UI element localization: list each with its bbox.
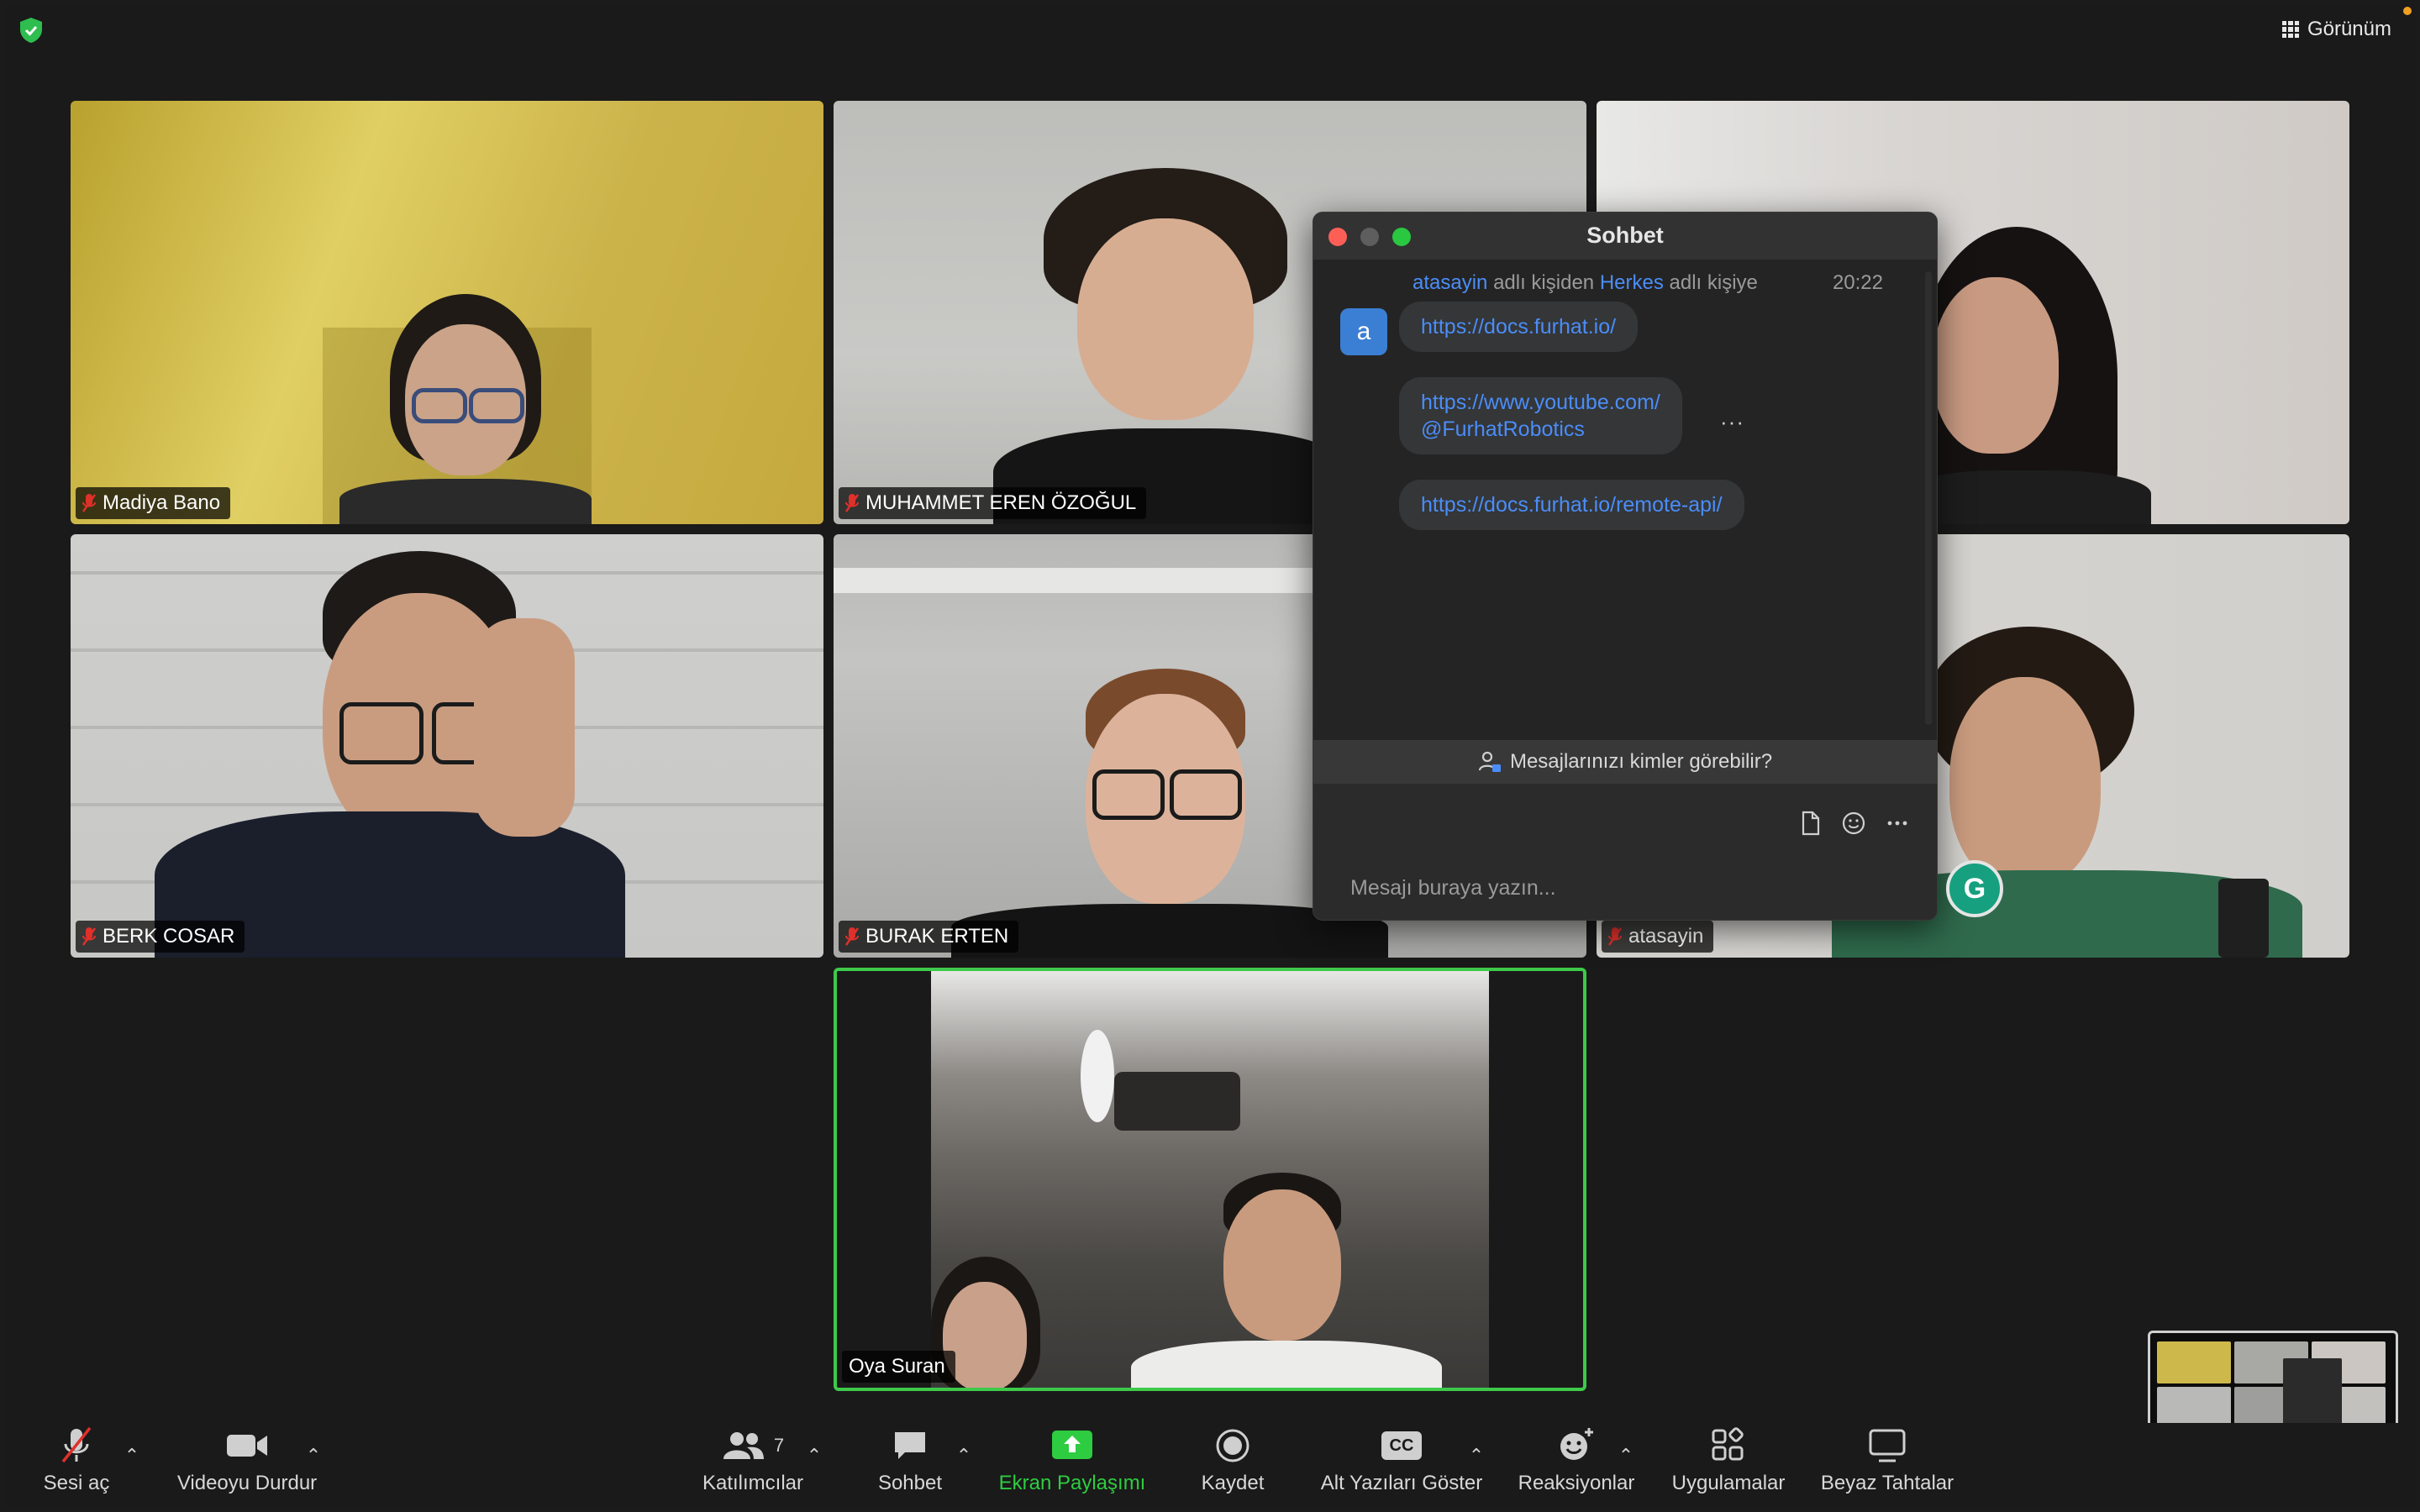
stop-video-label: Videoyu Durdur [176, 1472, 318, 1494]
show-captions-label: Alt Yazıları Göster [1320, 1472, 1483, 1494]
mic-muted-icon [845, 494, 859, 512]
message-header: atasayin adlı kişiden Herkes adlı kişiye [1413, 271, 1758, 295]
participant-nametag: BERK COSAR [76, 921, 245, 953]
participant-name: BURAK ERTEN [865, 925, 1009, 948]
more-options-icon[interactable] [1883, 809, 1912, 837]
unmute-label: Sesi aç [43, 1472, 110, 1494]
chat-titlebar[interactable]: Sohbet [1313, 213, 1937, 260]
video-tile-oya-suran[interactable]: Oya Suran [834, 968, 1586, 1391]
participant-name: MUHAMMET EREN ÖZOĞUL [865, 491, 1137, 514]
mic-muted-icon [82, 494, 96, 512]
show-captions-button[interactable]: CC Alt Yazıları Göster [1309, 1423, 1494, 1507]
notification-dot [2403, 7, 2412, 15]
participants-button[interactable]: 7 Katılımcılar [686, 1423, 820, 1507]
participant-nametag: atasayin [1602, 921, 1714, 953]
participant-nametag: MUHAMMET EREN ÖZOĞUL [839, 487, 1147, 519]
share-screen-button[interactable]: Ekran Paylaşımı [988, 1423, 1156, 1507]
chat-scrollbar[interactable] [1925, 271, 1932, 725]
chevron-up-icon[interactable]: ⌃ [304, 1446, 323, 1465]
record-icon [1216, 1429, 1249, 1462]
share-screen-label: Ekran Paylaşımı [998, 1472, 1146, 1494]
mic-muted-icon [61, 1426, 92, 1463]
apps-icon [1712, 1427, 1744, 1461]
share-screen-icon [1052, 1431, 1092, 1459]
chat-bubble-icon [895, 1432, 925, 1459]
apps-label: Uygulamalar [1671, 1472, 1786, 1494]
mic-muted-icon [845, 927, 859, 946]
reactions-label: Reaksiyonlar [1518, 1472, 1635, 1494]
participant-name: BERK COSAR [103, 925, 235, 948]
record-button[interactable]: Kaydet [1186, 1423, 1279, 1507]
chat-window[interactable]: Sohbet atasayin adlı kişiden Herkes adlı… [1313, 212, 1938, 921]
participant-name: Madiya Bano [103, 491, 221, 514]
participants-count: 7 [773, 1435, 785, 1456]
chevron-up-icon[interactable]: ⌃ [1467, 1446, 1486, 1465]
video-tile-berk-cosar[interactable]: BERK COSAR [71, 534, 823, 958]
chevron-up-icon[interactable]: ⌃ [1617, 1446, 1635, 1465]
chevron-up-icon[interactable]: ⌃ [123, 1446, 141, 1465]
participant-name: Oya Suran [849, 1355, 945, 1378]
participant-nametag: Madiya Bano [76, 487, 231, 519]
participant-nametag: Oya Suran [842, 1351, 955, 1383]
chevron-up-icon[interactable]: ⌃ [805, 1446, 823, 1465]
message-link[interactable]: https://docs.furhat.io/remote-api/ [1399, 480, 1744, 530]
emoji-icon[interactable] [1839, 809, 1868, 837]
chat-compose-area[interactable]: Mesajı buraya yazın... [1313, 784, 1937, 920]
message-link[interactable]: https://docs.furhat.io/ [1399, 302, 1639, 352]
participants-icon [723, 1432, 764, 1459]
apps-button[interactable]: Uygulamalar [1657, 1423, 1800, 1507]
message-link-line: https://www.youtube.com/ [1421, 391, 1660, 414]
view-button[interactable]: Görünüm [2281, 15, 2391, 44]
whiteboard-icon [1869, 1429, 1906, 1462]
chat-label: Sohbet [877, 1472, 943, 1494]
closed-captions-icon: CC [1381, 1431, 1422, 1460]
chat-button[interactable]: Sohbet [864, 1423, 956, 1507]
header-to: adlı kişiye [1669, 271, 1758, 294]
user-lock-icon [1478, 751, 1501, 772]
message-link-line: @FurhatRobotics [1421, 417, 1585, 441]
message-time: 20:22 [1832, 271, 1883, 294]
whiteboards-label: Beyaz Tahtalar [1820, 1472, 1954, 1494]
file-icon[interactable] [1796, 809, 1824, 837]
mic-muted-icon [1608, 927, 1622, 946]
shield-check-icon[interactable] [18, 17, 44, 44]
message-link[interactable]: https://www.youtube.com/ @FurhatRobotics [1399, 377, 1682, 454]
mic-muted-icon [82, 927, 96, 946]
avatar: a [1340, 308, 1387, 355]
participant-nametag: BURAK ERTEN [839, 921, 1019, 953]
whiteboards-button[interactable]: Beyaz Tahtalar [1803, 1423, 1971, 1507]
chat-title: Sohbet [1586, 223, 1664, 248]
video-camera-icon [227, 1435, 267, 1457]
participant-name: atasayin [1628, 925, 1704, 948]
message-more-button[interactable]: ··· [1720, 409, 1744, 435]
participants-label: Katılımcılar [702, 1472, 804, 1494]
smiley-plus-icon [1560, 1428, 1593, 1460]
view-label: Görünüm [2307, 18, 2391, 40]
message-privacy-link[interactable]: Mesajlarınızı kimler görebilir? [1313, 740, 1937, 784]
recipient-name[interactable]: Herkes [1600, 271, 1664, 294]
chevron-up-icon[interactable]: ⌃ [955, 1446, 973, 1465]
video-tile-madiya-bano[interactable]: Madiya Bano [71, 101, 823, 524]
grid-icon [2281, 21, 2299, 38]
unmute-button[interactable]: Sesi aç [30, 1423, 123, 1507]
record-label: Kaydet [1201, 1472, 1265, 1494]
meeting-toolbar: Sesi aç ⌃ Videoyu Durdur ⌃ 7 Katılımcıla… [5, 1423, 2415, 1507]
header-from: adlı kişiden [1493, 271, 1595, 294]
sender-name[interactable]: atasayin [1413, 271, 1487, 294]
grammarly-icon[interactable]: G [1946, 860, 2003, 917]
privacy-text: Mesajlarınızı kimler görebilir? [1509, 750, 1773, 773]
chat-message-input[interactable]: Mesajı buraya yazın... [1350, 876, 1556, 900]
